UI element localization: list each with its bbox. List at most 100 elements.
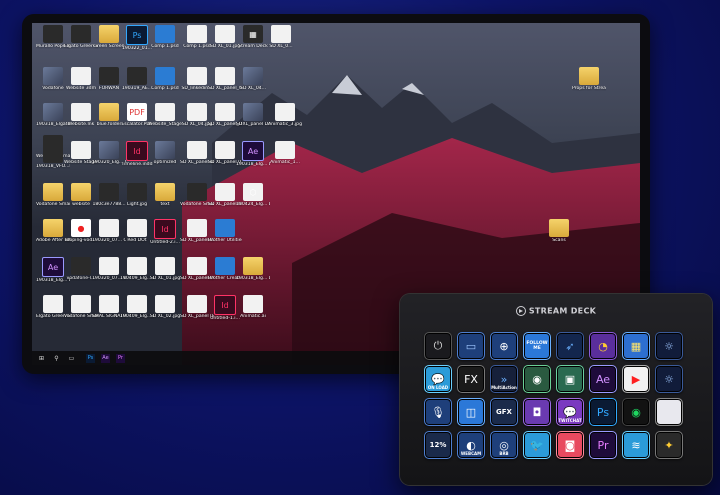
deck-key-toggle[interactable]: ◉ bbox=[523, 365, 551, 393]
deck-key-after-effects[interactable]: Ae bbox=[589, 365, 617, 393]
desktop-icon[interactable]: Animatic_1... bbox=[268, 141, 302, 165]
file-icon bbox=[187, 257, 207, 275]
deck-key-media[interactable]: ◘ bbox=[523, 398, 551, 426]
desktop-icon[interactable]: SD XL_02.jpg bbox=[148, 295, 182, 319]
deck-key-microphone[interactable]: 🎙 bbox=[424, 398, 452, 426]
deck-key-rocket[interactable]: ➶ bbox=[556, 332, 584, 360]
file-icon bbox=[71, 257, 91, 275]
deck-key-screenshot[interactable]: ◙ bbox=[556, 431, 584, 459]
file-icon: Id bbox=[154, 219, 176, 239]
media-icon: ◘ bbox=[532, 405, 542, 419]
file-icon bbox=[71, 103, 91, 121]
desktop-icon[interactable]: Scans bbox=[542, 219, 576, 243]
file-icon: Ps bbox=[126, 25, 148, 45]
desktop-icon[interactable]: text bbox=[148, 183, 182, 207]
file-icon bbox=[71, 183, 91, 201]
deck-key-twitter[interactable]: 🐦 bbox=[523, 431, 551, 459]
desktop-icon-label: Comp 1.psd bbox=[151, 44, 179, 49]
file-icon bbox=[187, 219, 207, 237]
deck-key-brightness[interactable]: ☼ bbox=[655, 365, 683, 393]
desktop-icon[interactable]: Brother Utilities bbox=[208, 219, 242, 243]
deck-key-gfx[interactable]: GFX bbox=[490, 398, 518, 426]
desktop-icon[interactable]: SD XL_04... bbox=[236, 67, 270, 91]
deck-key-label: TWITCHAT bbox=[558, 418, 582, 423]
desktop-icon[interactable]: SD XL_0... bbox=[264, 25, 298, 49]
file-icon bbox=[187, 141, 207, 159]
desktop-icon[interactable]: Id Untitled-2.i... bbox=[148, 219, 182, 245]
deck-key-chat[interactable]: 💬 TWITCHAT bbox=[556, 398, 584, 426]
brand-text: STREAM DECK bbox=[528, 306, 597, 316]
deck-key-percentage[interactable]: 12% bbox=[424, 431, 452, 459]
desktop-icon[interactable]: Props for Stream... bbox=[572, 67, 606, 91]
desktop-icon[interactable]: ⬡190424_Elg... Deck XL Box bbox=[236, 183, 270, 207]
deck-key-colorful[interactable]: ✦ bbox=[655, 431, 683, 459]
file-icon bbox=[127, 295, 147, 313]
desktop-icon[interactable]: Animatic.ai bbox=[236, 295, 270, 319]
deck-key-spotify[interactable]: ◉ bbox=[622, 398, 650, 426]
deck-key-webcam[interactable]: ◐ WEBCAM bbox=[457, 431, 485, 459]
deck-key-youtube[interactable]: ▶ bbox=[622, 365, 650, 393]
taskbar-app-pr-icon[interactable]: Pr bbox=[116, 353, 125, 363]
desktop-icon[interactable]: Comp 1.psd bbox=[148, 67, 182, 91]
deck-key-premiere[interactable]: Pr bbox=[589, 431, 617, 459]
webcam-icon: ◐ bbox=[466, 438, 476, 452]
desktop-icon-label: Props for Stream... bbox=[572, 86, 606, 91]
file-icon bbox=[43, 295, 63, 313]
taskbar-apps: Ps Ae Pr bbox=[86, 353, 125, 363]
file-icon bbox=[127, 257, 147, 275]
deck-key-globe[interactable]: ⊕ bbox=[490, 332, 518, 360]
fx-icon: FX bbox=[464, 372, 478, 386]
desktop-icon[interactable]: 190318_Elg... DeckXL_80... bbox=[236, 257, 270, 281]
task-view-icon[interactable]: ▭ bbox=[67, 354, 76, 363]
desktop-icon[interactable]: SDXL_panel Deck XL Mi... bbox=[236, 103, 270, 127]
file-icon bbox=[271, 25, 291, 43]
file-icon: Ae bbox=[42, 257, 64, 277]
desktop-icon[interactable]: Ae190318_Elg... DeckXL_Mo... bbox=[236, 141, 270, 167]
deck-key-power[interactable]: ⏻ bbox=[424, 332, 452, 360]
desktop-icon-label: SD XL_01.jpg bbox=[149, 276, 181, 281]
deck-key-follow-me[interactable]: FOLLOW ME bbox=[523, 332, 551, 360]
file-icon bbox=[99, 257, 119, 275]
screen-icon: ▬ bbox=[663, 405, 675, 419]
deck-key-scene[interactable]: ◫ bbox=[457, 398, 485, 426]
desktop-icon[interactable]: SD XL_01.jpg bbox=[148, 257, 182, 281]
deck-key-brb[interactable]: ◎ BRB bbox=[490, 431, 518, 459]
file-icon bbox=[215, 141, 235, 159]
taskbar-app-ps-icon[interactable]: Ps bbox=[86, 353, 95, 363]
deck-key-image[interactable]: ▣ bbox=[556, 365, 584, 393]
file-icon bbox=[155, 103, 175, 121]
deck-key-fx[interactable]: FX bbox=[457, 365, 485, 393]
desktop-icon-label: Comp 1.psd bbox=[151, 86, 179, 91]
file-icon bbox=[43, 67, 63, 85]
deck-key-gauge[interactable]: ◔ bbox=[589, 332, 617, 360]
file-icon bbox=[155, 295, 175, 313]
follow-me-icon: FOLLOW ME bbox=[526, 341, 548, 351]
file-icon bbox=[43, 145, 63, 163]
premiere-icon: Pr bbox=[597, 438, 609, 452]
stream-deck-brand: STREAM DECK bbox=[400, 306, 712, 316]
file-icon bbox=[275, 103, 295, 121]
search-icon[interactable]: ⚲ bbox=[52, 354, 61, 363]
deck-key-brightness[interactable]: ☼ bbox=[655, 332, 683, 360]
desktop-icon[interactable]: Website_Stage bbox=[148, 103, 182, 127]
start-icon[interactable]: ⊞ bbox=[37, 354, 46, 363]
taskbar-app-ae-icon[interactable]: Ae bbox=[101, 353, 110, 363]
deck-key-waves[interactable]: ≋ bbox=[622, 431, 650, 459]
desktop-icon-label: SDXL_panel Deck XL Mi... bbox=[236, 122, 270, 127]
file-icon bbox=[99, 219, 119, 237]
desktop-icon[interactable]: Comp 1.psd bbox=[148, 25, 182, 49]
deck-key-photoshop[interactable]: Ps bbox=[589, 398, 617, 426]
deck-key-folder[interactable]: ▭ bbox=[457, 332, 485, 360]
deck-key-multi-action[interactable]: » MultiAction bbox=[490, 365, 518, 393]
scene-icon: ◫ bbox=[465, 405, 477, 419]
chat-icon: 💬 bbox=[431, 372, 445, 386]
desktop-icon[interactable]: Animatic_3.jpg bbox=[268, 103, 302, 127]
file-icon bbox=[187, 67, 207, 85]
file-icon bbox=[99, 183, 119, 201]
deck-key-screen[interactable]: ▬ bbox=[655, 398, 683, 426]
desktop-icon[interactable]: optimized bbox=[148, 141, 182, 165]
deck-key-chat[interactable]: 💬 ON LOAD bbox=[424, 365, 452, 393]
after-effects-icon: Ae bbox=[595, 372, 611, 386]
deck-key-grid[interactable]: ▦ bbox=[622, 332, 650, 360]
file-icon bbox=[43, 25, 63, 43]
